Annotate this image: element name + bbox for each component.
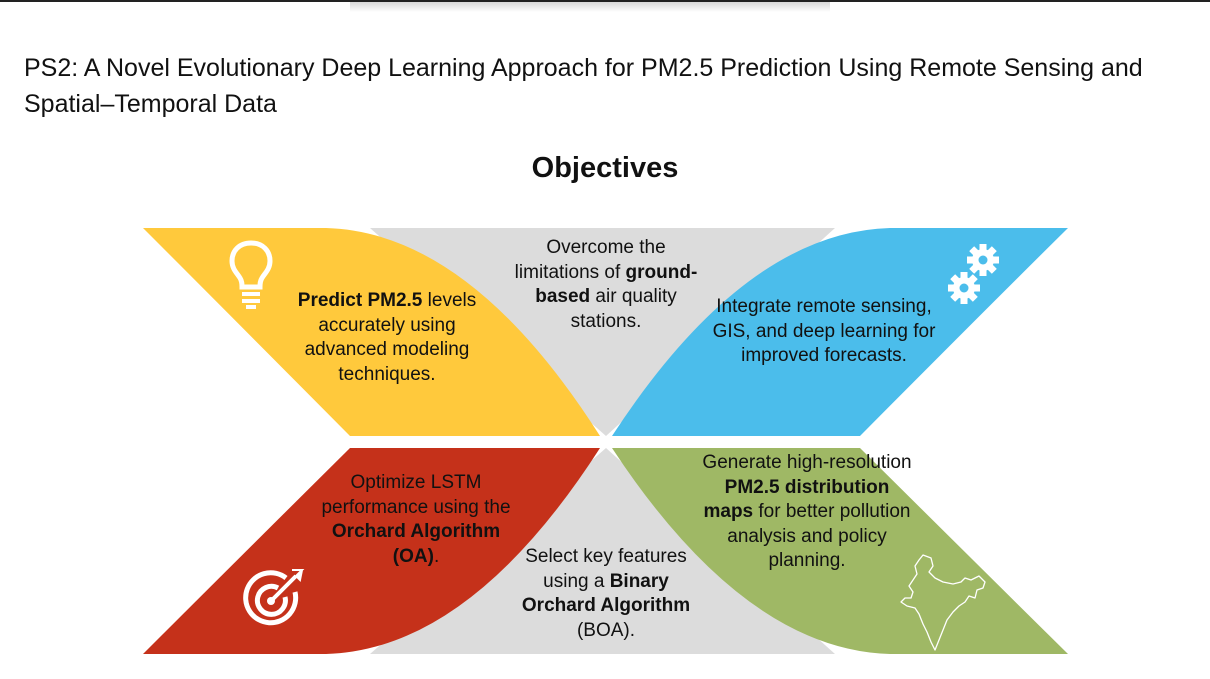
objective-integrate-text: Integrate remote sensing, GIS, and deep … xyxy=(712,296,936,366)
objective-optimize-pre: Optimize LSTM performance using the xyxy=(321,472,511,518)
objective-optimize-post: . xyxy=(433,545,440,567)
objective-predict-bold: Predict PM2.5 xyxy=(297,290,423,311)
objective-select: Select key features using a Binary Orcha… xyxy=(506,545,706,643)
gears-icon xyxy=(948,244,999,304)
lightbulb-icon xyxy=(229,240,273,309)
target-icon xyxy=(243,569,305,626)
objective-generate-post: for better pollution analysis and policy… xyxy=(727,501,911,571)
objective-optimize: Optimize LSTM performance using the Orch… xyxy=(318,471,514,569)
objective-predict: Predict PM2.5 levels accurately using ad… xyxy=(292,289,482,387)
objective-generate-pre: Generate high-resolution xyxy=(702,452,912,473)
objective-optimize-bold: Orchard Algorithm (OA) xyxy=(331,521,501,567)
objective-generate: Generate high-resolution PM2.5 distribut… xyxy=(700,451,914,574)
objective-integrate: Integrate remote sensing, GIS, and deep … xyxy=(708,295,940,369)
objective-select-post: (BOA). xyxy=(576,619,636,641)
objective-overcome: Overcome the limitations of ground-based… xyxy=(506,236,706,334)
